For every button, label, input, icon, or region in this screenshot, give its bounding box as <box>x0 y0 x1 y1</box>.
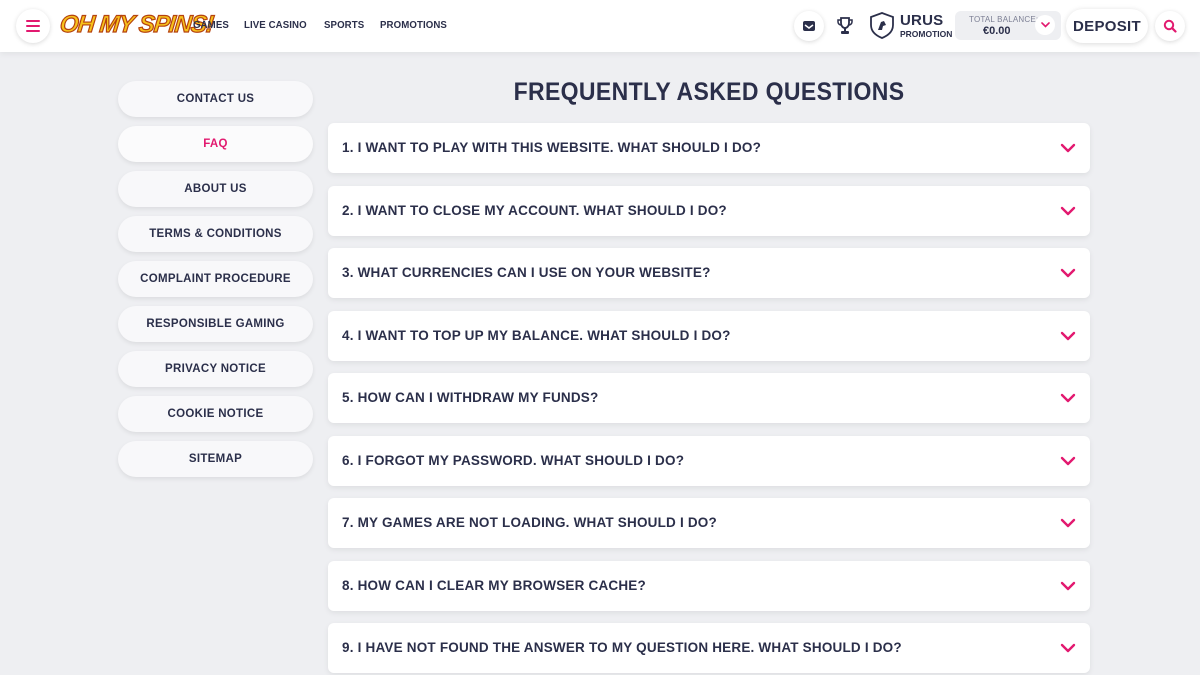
faq-item[interactable]: 8. HOW CAN I CLEAR MY BROWSER CACHE? <box>328 560 1090 611</box>
site-logo[interactable]: OH MY SPINS! <box>58 9 215 41</box>
top-header: OH MY SPINS! GAMES LIVE CASINO SPORTS PR… <box>0 0 1200 52</box>
nav-games[interactable]: GAMES <box>193 19 229 31</box>
chevron-down-icon <box>1040 22 1050 28</box>
faq-item[interactable]: 6. I FORGOT MY PASSWORD. WHAT SHOULD I D… <box>328 435 1090 486</box>
chevron-down-icon <box>1060 268 1076 278</box>
faq-question: 1. I WANT TO PLAY WITH THIS WEBSITE. WHA… <box>342 140 762 155</box>
faq-list: 1. I WANT TO PLAY WITH THIS WEBSITE. WHA… <box>328 123 1090 675</box>
balance-value: €0.00 <box>983 25 1011 37</box>
inbox-icon <box>803 21 815 31</box>
faq-question: 9. I HAVE NOT FOUND THE ANSWER TO MY QUE… <box>342 640 902 655</box>
balance-dropdown[interactable]: TOTAL BALANCE: €0.00 <box>955 11 1061 40</box>
nav-promotions[interactable]: PROMOTIONS <box>380 19 447 31</box>
faq-question: 6. I FORGOT MY PASSWORD. WHAT SHOULD I D… <box>342 452 685 468</box>
chevron-down-icon <box>1060 581 1076 590</box>
hamburger-menu-button[interactable] <box>16 9 50 43</box>
chevron-down-icon <box>1060 643 1076 653</box>
faq-question: 3. WHAT CURRENCIES CAN I USE ON YOUR WEB… <box>342 265 711 280</box>
sidebar-item-privacy-notice[interactable]: PRIVACY NOTICE <box>118 351 313 387</box>
chevron-down-icon <box>1060 393 1076 403</box>
sidebar-item-responsible-gaming[interactable]: RESPONSIBLE GAMING <box>118 306 313 342</box>
search-icon <box>1163 19 1177 33</box>
nav-live-casino[interactable]: LIVE CASINO <box>244 19 307 31</box>
sidebar-item-sitemap[interactable]: SITEMAP <box>118 441 313 477</box>
balance-chevron[interactable] <box>1035 15 1055 35</box>
faq-question: 7. MY GAMES ARE NOT LOADING. WHAT SHOULD… <box>342 515 717 530</box>
faq-question: 2. I WANT TO CLOSE MY ACCOUNT. WHAT SHOU… <box>342 202 727 218</box>
faq-item[interactable]: 9. I HAVE NOT FOUND THE ANSWER TO MY QUE… <box>328 623 1090 673</box>
promotion-text: URUS PROMOTION <box>900 11 953 39</box>
faq-item[interactable]: 3. WHAT CURRENCIES CAN I USE ON YOUR WEB… <box>328 248 1090 298</box>
promotion-title: URUS <box>900 11 944 29</box>
shield-logo-icon <box>870 12 894 39</box>
sidebar-item-about-us[interactable]: ABOUT US <box>118 171 313 207</box>
promotion-link[interactable]: URUS PROMOTION <box>870 12 952 39</box>
trophy-icon <box>837 17 853 34</box>
page-title: FREQUENTLY ASKED QUESTIONS <box>513 78 905 106</box>
chevron-down-icon <box>1060 143 1076 153</box>
faq-item[interactable]: 2. I WANT TO CLOSE MY ACCOUNT. WHAT SHOU… <box>328 185 1090 236</box>
faq-question: 8. HOW CAN I CLEAR MY BROWSER CACHE? <box>342 577 646 593</box>
main-nav: GAMES LIVE CASINO SPORTS PROMOTIONS <box>193 19 453 31</box>
sidebar-item-terms-conditions[interactable]: TERMS & CONDITIONS <box>118 216 313 252</box>
balance-label: TOTAL BALANCE: <box>969 15 1039 24</box>
info-sidebar: CONTACT US FAQ ABOUT US TERMS & CONDITIO… <box>118 81 313 486</box>
faq-item[interactable]: 5. HOW CAN I WITHDRAW MY FUNDS? <box>328 373 1090 423</box>
sidebar-item-complaint-procedure[interactable]: COMPLAINT PROCEDURE <box>118 261 313 297</box>
hamburger-menu-icon <box>26 20 40 32</box>
sidebar-item-faq[interactable]: FAQ <box>118 126 313 162</box>
faq-item[interactable]: 4. I WANT TO TOP UP MY BALANCE. WHAT SHO… <box>328 310 1090 361</box>
faq-item[interactable]: 1. I WANT TO PLAY WITH THIS WEBSITE. WHA… <box>328 123 1090 173</box>
chevron-down-icon <box>1060 456 1076 465</box>
sidebar-item-cookie-notice[interactable]: COOKIE NOTICE <box>118 396 313 432</box>
trophy-button[interactable] <box>834 14 856 38</box>
faq-question: 4. I WANT TO TOP UP MY BALANCE. WHAT SHO… <box>342 327 731 343</box>
search-button[interactable] <box>1155 11 1185 41</box>
deposit-button[interactable]: DEPOSIT <box>1066 9 1148 43</box>
promotion-subtitle: PROMOTION <box>900 28 953 39</box>
faq-item[interactable]: 7. MY GAMES ARE NOT LOADING. WHAT SHOULD… <box>328 498 1090 548</box>
sidebar-item-contact-us[interactable]: CONTACT US <box>118 81 313 117</box>
nav-sports[interactable]: SPORTS <box>324 19 364 31</box>
chevron-down-icon <box>1060 518 1076 528</box>
faq-question: 5. HOW CAN I WITHDRAW MY FUNDS? <box>342 390 599 405</box>
chevron-down-icon <box>1060 331 1076 340</box>
inbox-button[interactable] <box>794 11 824 41</box>
chevron-down-icon <box>1060 206 1076 215</box>
